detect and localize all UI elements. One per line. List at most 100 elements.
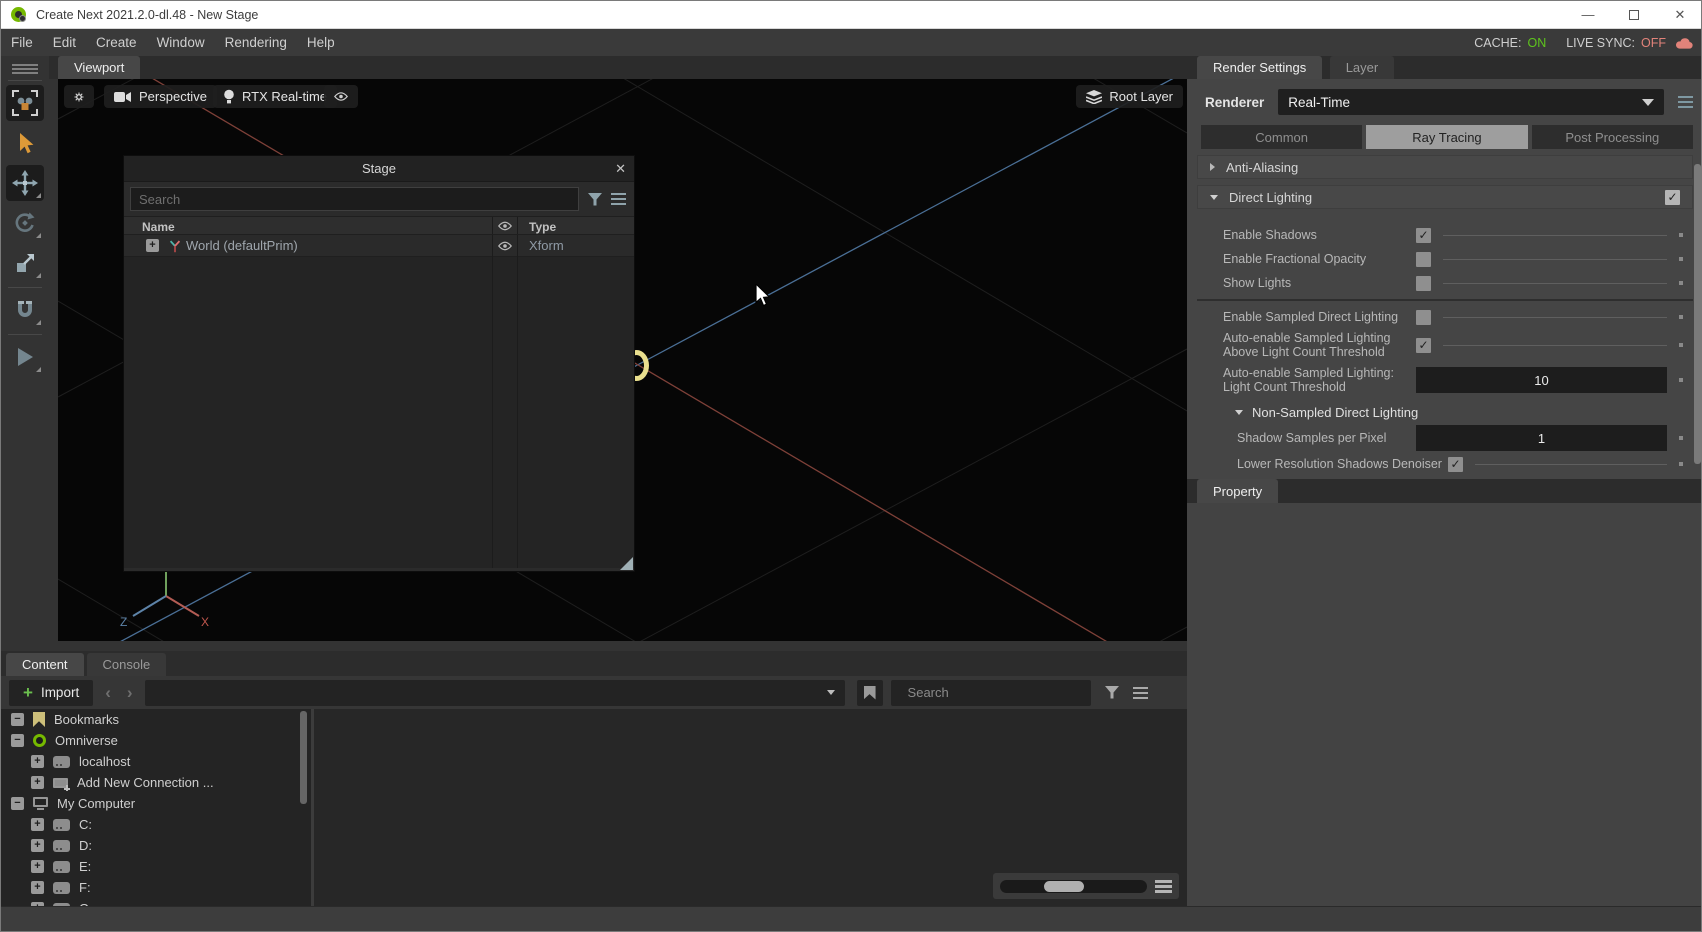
direct-lighting-checkbox[interactable]: ✓ <box>1665 190 1680 205</box>
tree-item-drive-g[interactable]: + G: <box>1 898 311 906</box>
play-button[interactable] <box>6 339 44 375</box>
expand-toggle[interactable]: − <box>11 797 24 810</box>
show-lights-checkbox[interactable] <box>1416 276 1431 291</box>
content-options-icon[interactable] <box>1133 687 1148 699</box>
tree-item-drive-e[interactable]: + E: <box>1 856 311 877</box>
bookmark-button[interactable] <box>857 680 883 706</box>
path-input[interactable] <box>145 680 845 706</box>
stage-col-type[interactable]: Type <box>529 220 556 234</box>
thumbnail-size-slider[interactable] <box>1000 880 1147 893</box>
content-tree-scrollbar[interactable] <box>300 711 307 804</box>
expand-toggle[interactable]: + <box>31 839 44 852</box>
menu-help[interactable]: Help <box>297 29 345 56</box>
tree-item-my-computer[interactable]: − My Computer <box>1 793 311 814</box>
renderer-dropdown[interactable]: Real-Time <box>1278 89 1664 115</box>
tab-viewport[interactable]: Viewport <box>58 56 140 79</box>
section-anti-aliasing[interactable]: Anti-Aliasing <box>1197 155 1693 179</box>
menu-file[interactable]: File <box>1 29 43 56</box>
slider-thumb[interactable] <box>1044 881 1084 892</box>
selection-mode-icon <box>12 90 38 116</box>
expand-toggle[interactable]: + <box>31 755 44 768</box>
light-count-threshold-field[interactable]: 10 <box>1416 367 1667 393</box>
row-enable-fractional-opacity: Enable Fractional Opacity <box>1187 247 1702 271</box>
render-settings-tab-strip: Render Settings Layer <box>1187 56 1702 79</box>
title-bar[interactable]: Create Next 2021.2.0-dl.48 - New Stage —… <box>1 1 1702 29</box>
tab-common[interactable]: Common <box>1201 125 1362 149</box>
viewport-3d[interactable]: Perspective RTX Real-time Root Layer X Z <box>58 79 1187 641</box>
render-settings-scrollbar[interactable] <box>1694 164 1701 464</box>
subsection-non-sampled-direct-lighting[interactable]: Non-Sampled Direct Lighting <box>1187 399 1702 424</box>
visibility-button[interactable] <box>324 85 358 108</box>
tree-item-localhost[interactable]: + localhost <box>1 751 311 772</box>
row-lower-resolution-shadows-denoiser: Lower Resolution Shadows Denoiser ✓ <box>1187 452 1702 476</box>
lower-resolution-shadows-denoiser-checkbox[interactable]: ✓ <box>1448 457 1463 472</box>
tree-item-drive-d[interactable]: + D: <box>1 835 311 856</box>
stage-search-input[interactable] <box>130 187 579 211</box>
content-search-input[interactable] <box>906 684 1086 701</box>
rotate-tool-button[interactable] <box>6 205 44 241</box>
selection-mode-button[interactable] <box>6 85 44 121</box>
live-sync-status: OFF <box>1641 36 1666 50</box>
stage-options-icon[interactable] <box>611 193 626 205</box>
tree-item-bookmarks[interactable]: − Bookmarks <box>1 709 311 730</box>
back-button[interactable]: ‹ <box>101 683 115 703</box>
root-layer-button[interactable]: Root Layer <box>1076 85 1183 108</box>
stage-resize-handle[interactable] <box>620 557 633 570</box>
stage-title-bar[interactable]: Stage ✕ <box>124 156 634 182</box>
expand-toggle[interactable]: + <box>31 881 44 894</box>
tree-item-add-new-connection[interactable]: + Add New Connection ... <box>1 772 311 793</box>
path-dropdown-icon[interactable] <box>827 690 835 695</box>
maximize-button[interactable] <box>1611 1 1657 28</box>
expand-toggle[interactable]: + <box>31 776 44 789</box>
toolbar-grip-icon[interactable] <box>12 64 38 74</box>
renderer-options-icon[interactable] <box>1678 96 1693 108</box>
minimize-button[interactable]: — <box>1565 1 1611 28</box>
stage-col-name[interactable]: Name <box>142 220 175 234</box>
renderer-select-button[interactable]: RTX Real-time <box>213 85 337 108</box>
forward-button[interactable]: › <box>123 683 137 703</box>
stage-close-button[interactable]: ✕ <box>615 156 626 182</box>
tab-content[interactable]: Content <box>6 653 84 676</box>
stage-filter-icon[interactable] <box>588 193 602 206</box>
content-filter-icon[interactable] <box>1105 686 1119 699</box>
tree-item-omniverse[interactable]: − Omniverse <box>1 730 311 751</box>
scale-tool-button[interactable] <box>6 245 44 281</box>
tab-console[interactable]: Console <box>87 653 167 676</box>
close-button[interactable]: ✕ <box>1657 1 1702 28</box>
stage-tree-body: + World (defaultPrim) Xform <box>124 235 634 568</box>
tree-item-drive-f[interactable]: + F: <box>1 877 311 898</box>
tab-layer[interactable]: Layer <box>1330 56 1395 79</box>
tab-post-processing[interactable]: Post Processing <box>1532 125 1693 149</box>
list-view-icon[interactable] <box>1155 880 1172 893</box>
visibility-column-icon[interactable] <box>498 221 512 231</box>
tab-render-settings[interactable]: Render Settings <box>1197 56 1322 79</box>
content-search[interactable] <box>891 680 1091 706</box>
expand-toggle[interactable]: + <box>146 239 159 252</box>
content-toolbar: + Import ‹ › <box>1 676 1187 709</box>
menu-rendering[interactable]: Rendering <box>215 29 297 56</box>
menu-window[interactable]: Window <box>147 29 215 56</box>
menu-edit[interactable]: Edit <box>43 29 86 56</box>
import-button[interactable]: + Import <box>9 680 93 706</box>
row-visibility-eye-icon[interactable] <box>498 241 512 251</box>
expand-toggle[interactable]: + <box>31 860 44 873</box>
enable-shadows-checkbox[interactable]: ✓ <box>1416 228 1431 243</box>
enable-sampled-direct-lighting-checkbox[interactable] <box>1416 310 1431 325</box>
shadow-samples-field[interactable]: 1 <box>1416 425 1667 451</box>
tree-item-drive-c[interactable]: + C: <box>1 814 311 835</box>
snap-tool-button[interactable] <box>6 292 44 328</box>
select-tool-button[interactable] <box>6 125 44 161</box>
section-direct-lighting[interactable]: Direct Lighting ✓ <box>1197 185 1693 209</box>
menu-create[interactable]: Create <box>86 29 147 56</box>
move-tool-button[interactable] <box>6 165 44 201</box>
enable-fractional-opacity-checkbox[interactable] <box>1416 252 1431 267</box>
stage-row-world[interactable]: + World (defaultPrim) Xform <box>124 235 634 257</box>
expand-toggle[interactable]: − <box>11 734 24 747</box>
viewport-settings-button[interactable] <box>64 85 94 108</box>
camera-select-button[interactable]: Perspective <box>104 85 217 108</box>
expand-toggle[interactable]: − <box>11 713 24 726</box>
expand-toggle[interactable]: + <box>31 818 44 831</box>
tab-ray-tracing[interactable]: Ray Tracing <box>1366 125 1527 149</box>
tab-property[interactable]: Property <box>1197 479 1278 503</box>
auto-enable-sampled-lighting-checkbox[interactable]: ✓ <box>1416 338 1431 353</box>
